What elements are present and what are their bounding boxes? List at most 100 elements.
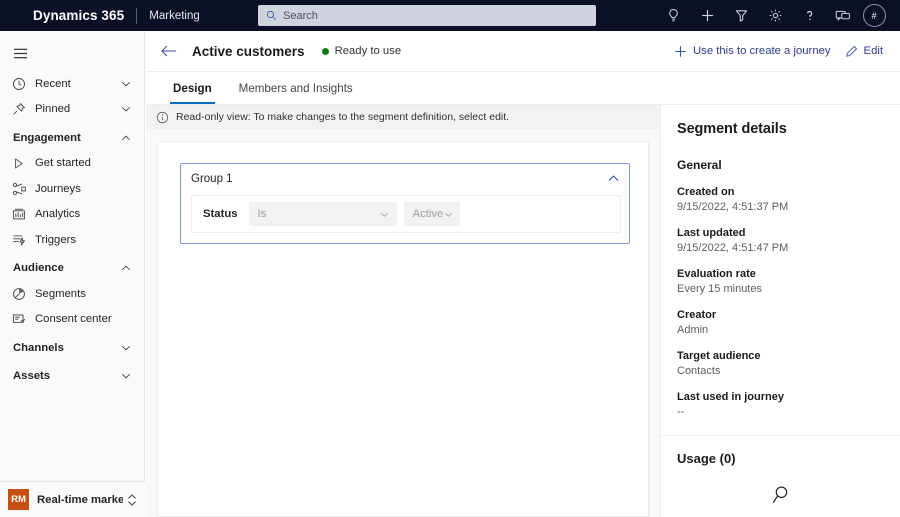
sidebar-item-label: Pinned [35, 103, 71, 116]
condition-operator-dropdown[interactable]: Is [248, 202, 397, 226]
field-value: Every 15 minutes [677, 283, 762, 295]
chevron-up-icon [122, 265, 130, 271]
chevron-up-icon [122, 135, 130, 140]
sidebar-group-label: Channels [13, 341, 64, 354]
top-header: Dynamics 365 Marketing Search # [0, 0, 900, 31]
detail-field-created-on: Created on 9/15/2022, 4:51:37 PM [677, 186, 884, 213]
condition-row: Status Is Active [191, 195, 621, 233]
search-placeholder: Search [283, 9, 318, 22]
sidebar-group-engagement[interactable]: Engagement [0, 125, 144, 151]
sidebar-group-label: Assets [13, 370, 51, 383]
sidebar-item-analytics[interactable]: Analytics [0, 202, 144, 228]
create-journey-label: Use this to create a journey [693, 45, 831, 57]
tab-label: Design [173, 81, 212, 95]
field-label: Creator [677, 309, 717, 321]
sidebar-group-audience[interactable]: Audience [0, 256, 144, 282]
detail-field-last-updated: Last updated 9/15/2022, 4:51:47 PM [677, 227, 884, 254]
magnifier-icon [768, 483, 793, 513]
sidebar-item-label: Analytics [35, 208, 81, 221]
edit-button[interactable]: Edit [838, 37, 890, 65]
search-icon [266, 10, 277, 21]
tab-design[interactable]: Design [164, 72, 221, 104]
info-icon [156, 111, 169, 123]
sidebar-group-assets[interactable]: Assets [0, 364, 144, 390]
plus-icon [675, 45, 686, 57]
pencil-icon [845, 45, 857, 57]
search-input[interactable]: Search [258, 5, 596, 26]
back-arrow-icon[interactable] [159, 41, 179, 61]
tab-bar: Design Members and Insights [146, 72, 900, 105]
segment-definition-card: Group 1 Status Is Active [157, 141, 649, 517]
clock-icon [10, 76, 27, 92]
area-badge: RM [8, 489, 29, 510]
tab-members-and-insights[interactable]: Members and Insights [230, 72, 362, 104]
hamburger-menu-icon[interactable] [0, 35, 40, 71]
condition-value-dropdown[interactable]: Active [403, 202, 460, 226]
detail-field-creator: Creator Admin [677, 309, 884, 336]
sidebar-item-consent-center[interactable]: Consent center [0, 307, 144, 333]
consent-icon [10, 311, 27, 327]
tab-label: Members and Insights [238, 81, 353, 95]
status-dot-icon [321, 47, 329, 55]
create-journey-button[interactable]: Use this to create a journey [667, 37, 838, 65]
group-title: Group 1 [191, 172, 233, 185]
sidebar: Recent Pinned Engagement Get started Jou… [0, 31, 145, 517]
sidebar-group-channels[interactable]: Channels [0, 335, 144, 361]
field-value: Contacts [677, 365, 721, 377]
chevron-down-icon [380, 212, 388, 217]
avatar-initials: # [871, 10, 877, 21]
chevron-down-icon [122, 345, 130, 351]
field-value: Admin [677, 324, 709, 336]
filter-icon[interactable] [724, 0, 758, 31]
sidebar-item-label: Get started [35, 157, 91, 170]
status-badge: Ready to use [321, 45, 401, 57]
segments-icon [10, 286, 27, 302]
segment-group-header: Group 1 [181, 164, 629, 193]
lightbulb-icon[interactable] [656, 0, 690, 31]
field-value: -- [677, 406, 685, 418]
detail-field-last-used-in-journey: Last used in journey -- [677, 391, 884, 418]
plus-icon[interactable] [690, 0, 724, 31]
journeys-icon [10, 181, 27, 197]
sidebar-item-get-started[interactable]: Get started [0, 151, 144, 177]
segment-details-panel: Segment details General Created on 9/15/… [660, 105, 900, 517]
readonly-notice: Read-only view: To make changes to the s… [146, 105, 660, 129]
command-bar: Active customers Ready to use Use this t… [146, 31, 900, 72]
chevron-down-icon [122, 374, 130, 379]
field-label: Evaluation rate [677, 268, 756, 280]
usage-title: Usage (0) [677, 451, 736, 466]
avatar[interactable]: # [860, 0, 894, 31]
chevron-up-icon[interactable] [607, 172, 620, 185]
brand-logo: Dynamics 365 [33, 8, 125, 23]
analytics-icon [10, 206, 27, 222]
updown-chevron-icon [128, 493, 136, 506]
sidebar-item-triggers[interactable]: Triggers [0, 227, 144, 253]
brand-divider [136, 7, 138, 24]
field-value: 9/15/2022, 4:51:47 PM [677, 242, 789, 254]
play-icon [10, 155, 27, 171]
edit-label: Edit [863, 45, 883, 57]
sidebar-item-segments[interactable]: Segments [0, 281, 144, 307]
gear-icon[interactable] [758, 0, 792, 31]
header-icon-group: # [656, 0, 894, 31]
command-bar-actions: Use this to create a journey Edit [667, 37, 890, 65]
condition-operator-value: Is [257, 208, 267, 220]
sidebar-item-journeys[interactable]: Journeys [0, 176, 144, 202]
field-label: Last updated [677, 227, 746, 239]
sidebar-item-pinned[interactable]: Pinned [0, 97, 144, 123]
details-divider [661, 435, 900, 436]
area-switcher[interactable]: RM Real-time marketi... [0, 481, 145, 517]
sidebar-group-label: Engagement [13, 131, 81, 144]
pin-icon [10, 101, 27, 117]
condition-value: Active [412, 208, 444, 220]
sidebar-item-label: Triggers [35, 233, 77, 246]
readonly-notice-text: Read-only view: To make changes to the s… [176, 111, 510, 123]
sidebar-item-label: Consent center [35, 313, 112, 326]
field-label: Created on [677, 186, 735, 198]
sidebar-item-recent[interactable]: Recent [0, 71, 144, 97]
chevron-down-icon [122, 107, 130, 112]
feedback-icon[interactable] [826, 0, 860, 31]
detail-field-target-audience: Target audience Contacts [677, 350, 884, 377]
help-icon[interactable] [792, 0, 826, 31]
triggers-icon [10, 232, 27, 248]
